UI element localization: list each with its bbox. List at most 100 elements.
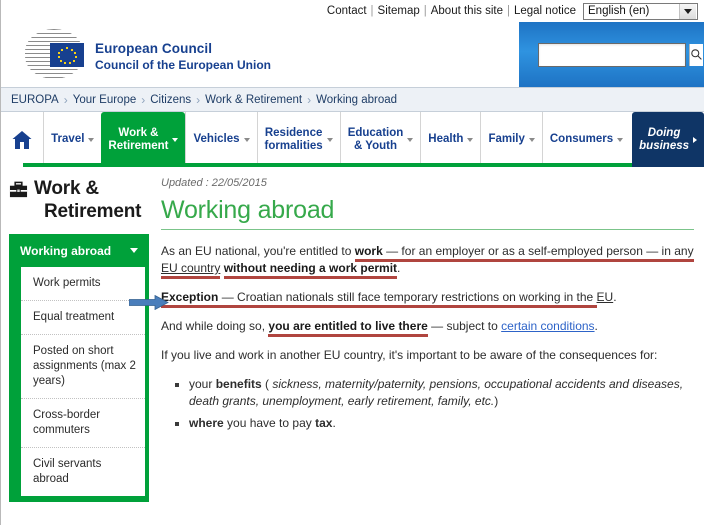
chevron-down-icon (243, 137, 250, 142)
breadcrumb: EUROPA › Your Europe › Citizens › Work &… (1, 87, 704, 112)
text-fragment: you have to pay (223, 416, 316, 430)
sidebar-title-line2: Retirement (44, 201, 142, 222)
utility-link-sitemap[interactable]: Sitemap (378, 5, 420, 17)
consequences-list: your benefits ( sickness, maternity/pate… (175, 376, 696, 432)
search-button[interactable] (688, 43, 703, 66)
sidebar-item-work-permits[interactable]: Work permits (21, 267, 145, 301)
eu-flag-icon (50, 43, 84, 67)
breadcrumb-item-europa[interactable]: EUROPA (11, 94, 59, 106)
text-fragment: — for an employer or as a self-employed … (382, 244, 694, 262)
breadcrumb-separator-icon: › (307, 92, 312, 107)
breadcrumb-item-work-retirement[interactable]: Work & Retirement (205, 94, 302, 106)
logo-line-2: Council of the European Union (95, 58, 271, 72)
text-fragment: And while doing so, (161, 319, 269, 333)
text-bold-where: where (189, 416, 224, 430)
paragraph-live-there: And while doing so, you are entitled to … (161, 318, 696, 337)
breadcrumb-separator-icon: › (63, 92, 68, 107)
search-input[interactable] (538, 44, 689, 65)
nav-item-work-retirement[interactable]: Work & Retirement (101, 112, 186, 167)
search-box[interactable] (537, 42, 703, 67)
sidebar-title-line1: Work & (34, 178, 99, 199)
text-fragment: . (332, 416, 336, 430)
search-icon (690, 49, 702, 60)
breadcrumb-item-your-europe[interactable]: Your Europe (73, 94, 137, 106)
nav-item-travel[interactable]: Travel (43, 112, 101, 167)
page-title: Working abroad (161, 196, 335, 224)
sidebar-menu-header[interactable]: Working abroad (9, 234, 149, 267)
eu-council-logo (25, 29, 84, 79)
search-area (519, 22, 704, 87)
nav-item-health[interactable]: Health (420, 112, 480, 167)
page-root: Contact | Sitemap | About this site | Le… (0, 0, 704, 525)
sidebar-item-civil-servants-abroad[interactable]: Civil servants abroad (21, 448, 145, 496)
chevron-down-icon (467, 137, 474, 142)
text-bold-live-there: you are entitled to live there (268, 319, 428, 337)
utility-link-contact[interactable]: Contact (327, 5, 367, 17)
utility-separator: | (423, 5, 427, 17)
chevron-down-icon (172, 137, 179, 142)
nav-item-vehicles[interactable]: Vehicles (185, 112, 256, 167)
nav-item-label: Travel (51, 133, 85, 145)
utility-link-legal[interactable]: Legal notice (514, 5, 576, 17)
nav-item-family[interactable]: Family (480, 112, 541, 167)
title-divider (161, 229, 694, 230)
text-fragment: . (613, 290, 617, 304)
chevron-down-icon (684, 8, 692, 14)
link-certain-conditions[interactable]: certain conditions (501, 319, 594, 333)
link-eu[interactable]: EU (597, 290, 614, 304)
sidebar-item-cross-border-commuters[interactable]: Cross-border commuters (21, 399, 145, 448)
utility-separator: | (506, 5, 510, 17)
text-bold-work: work (354, 244, 383, 262)
paragraph-exception: Exception — Croatian nationals still fac… (129, 289, 696, 310)
link-eu-country[interactable]: EU country (161, 261, 221, 279)
nav-item-consumers[interactable]: Consumers (541, 112, 630, 167)
breadcrumb-separator-icon: › (141, 92, 146, 107)
site-logo[interactable]: European Council Council of the European… (25, 29, 271, 79)
blue-arrow-pointing-right (129, 295, 169, 310)
nav-item-label: Consumers (549, 133, 614, 145)
language-select-button[interactable] (679, 3, 696, 19)
chevron-right-icon (693, 136, 697, 143)
sidebar-menu-list: Work permits Equal treatment Posted on s… (21, 267, 145, 496)
nav-item-label: Doing business (639, 126, 690, 152)
nav-item-residence-formalities[interactable]: Residence formalities (256, 112, 340, 167)
main-content: Updated : 22/05/2015 Working abroad As a… (129, 167, 704, 502)
text-bold-without-permit: without needing a work permit (223, 261, 398, 279)
briefcase-icon (9, 181, 28, 198)
home-icon (12, 130, 32, 149)
updated-date: Updated : 22/05/2015 (161, 177, 267, 189)
nav-item-label: Residence formalities (264, 126, 323, 152)
text-bold-benefits: benefits (215, 377, 262, 391)
sidebar-item-posted-short-assignments[interactable]: Posted on short assignments (max 2 years… (21, 335, 145, 399)
chevron-down-icon (88, 137, 95, 142)
nav-item-label: Health (428, 133, 464, 145)
chevron-down-icon (617, 137, 624, 142)
nav-item-label: Education & Youth (347, 126, 404, 152)
nav-home-button[interactable] (1, 112, 43, 167)
sidebar: Work & Retirement Working abroad Work pe… (1, 167, 149, 502)
text-bold-exception: Exception (161, 290, 219, 308)
main-navigation: Travel Work & Retirement Vehicles Reside… (1, 112, 704, 167)
paragraph-entitlement: As an EU national, you're entitled to wo… (161, 243, 696, 279)
breadcrumb-separator-icon: › (196, 92, 201, 107)
list-item: your benefits ( sickness, maternity/pate… (175, 376, 696, 410)
content-area: Work & Retirement Working abroad Work pe… (1, 167, 704, 502)
chevron-down-icon (407, 137, 414, 142)
text-fragment: . (397, 261, 401, 275)
breadcrumb-item-working-abroad[interactable]: Working abroad (316, 94, 397, 106)
nav-item-label: Family (488, 133, 525, 145)
language-select[interactable]: English (en) (583, 2, 698, 20)
text-fragment: . (594, 319, 598, 333)
text-fragment: As an EU national, you're entitled to (161, 244, 355, 258)
utility-link-about[interactable]: About this site (431, 5, 503, 17)
breadcrumb-item-citizens[interactable]: Citizens (150, 94, 191, 106)
nav-item-education-youth[interactable]: Education & Youth (339, 112, 421, 167)
sidebar-menu-header-label: Working abroad (20, 243, 112, 258)
nav-item-label: Work & Retirement (108, 126, 169, 152)
text-fragment: ( (261, 377, 273, 391)
language-select-value: English (en) (588, 5, 650, 17)
nav-item-doing-business[interactable]: Doing business (632, 112, 704, 167)
sidebar-item-equal-treatment[interactable]: Equal treatment (21, 301, 145, 335)
text-bold-tax: tax (315, 416, 333, 430)
text-fragment: ) (494, 394, 499, 408)
